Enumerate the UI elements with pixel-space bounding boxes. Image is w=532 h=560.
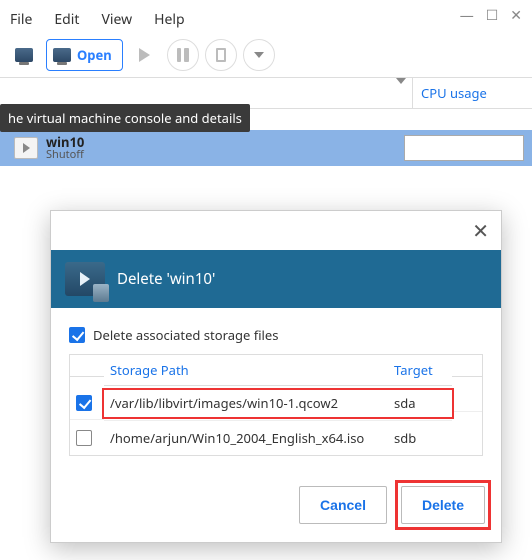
storage-row-target: sda <box>388 386 452 421</box>
tooltip: he virtual machine console and details <box>0 104 250 132</box>
play-icon <box>80 272 90 286</box>
toolbar: Open <box>0 37 532 77</box>
delete-button[interactable]: Delete <box>401 486 485 524</box>
delete-storage-label: Delete associated storage files <box>93 326 278 344</box>
name-column-header[interactable] <box>0 87 390 99</box>
dialog-header: Delete 'win10' <box>51 250 501 308</box>
vm-cpu-graph <box>404 135 524 161</box>
monitor-icon <box>53 48 71 62</box>
col-storage-path[interactable]: Storage Path <box>104 355 388 386</box>
storage-table: Storage Path Target /var/lib/libvirt/ima… <box>69 354 483 456</box>
chevron-down-icon <box>254 52 264 58</box>
delete-dialog: ✕ Delete 'win10' Delete associated stora… <box>50 210 502 543</box>
delete-storage-checkbox[interactable] <box>69 327 85 343</box>
pause-icon <box>177 48 189 62</box>
vm-icon <box>14 137 38 159</box>
chevron-down-icon <box>396 78 406 102</box>
cpu-column-header[interactable]: CPU usage <box>412 78 532 108</box>
maximize-button[interactable]: ☐ <box>486 6 499 25</box>
close-window-button[interactable]: ✕ <box>510 6 522 25</box>
shutdown-menu-button[interactable] <box>243 39 275 71</box>
vm-state: Shutoff <box>46 149 84 161</box>
vm-meta: win10 Shutoff <box>46 135 84 161</box>
dialog-buttons: Cancel Delete <box>51 466 501 542</box>
col-target[interactable]: Target <box>388 355 452 386</box>
storage-row-path: /home/arjun/Win10_2004_English_x64.iso <box>104 421 388 455</box>
stop-icon <box>216 48 226 62</box>
open-button-label: Open <box>77 46 112 64</box>
new-vm-button[interactable] <box>8 39 40 71</box>
play-icon <box>23 143 30 153</box>
delete-storage-option: Delete associated storage files <box>69 326 483 344</box>
storage-row[interactable]: /home/arjun/Win10_2004_English_x64.iso s… <box>70 421 482 455</box>
storage-row[interactable]: /var/lib/libvirt/images/win10-1.qcow2 sd… <box>70 386 482 421</box>
shutdown-button[interactable] <box>205 39 237 71</box>
delete-vm-icon <box>65 262 105 296</box>
monitor-icon <box>15 48 33 62</box>
play-icon <box>139 48 150 62</box>
menu-view[interactable]: View <box>101 10 132 29</box>
name-column-sort[interactable] <box>390 78 412 108</box>
storage-row-path: /var/lib/libvirt/images/win10-1.qcow2 <box>104 386 388 421</box>
run-button[interactable] <box>129 39 161 71</box>
storage-row-target: sdb <box>388 421 452 455</box>
window-controls: — ☐ ✕ <box>450 0 532 31</box>
cancel-button[interactable]: Cancel <box>299 486 387 524</box>
vm-row[interactable]: win10 Shutoff <box>0 130 532 166</box>
menu-edit[interactable]: Edit <box>54 10 79 29</box>
menu-file[interactable]: File <box>10 10 32 29</box>
storage-row-checkbox[interactable] <box>76 430 92 446</box>
dialog-title: Delete 'win10' <box>117 269 215 289</box>
pause-button[interactable] <box>167 39 199 71</box>
minimize-button[interactable]: — <box>460 6 474 25</box>
storage-row-checkbox[interactable] <box>76 395 92 411</box>
open-button[interactable]: Open <box>46 39 123 71</box>
dialog-close-button[interactable]: ✕ <box>466 215 495 246</box>
menu-help[interactable]: Help <box>154 10 185 29</box>
